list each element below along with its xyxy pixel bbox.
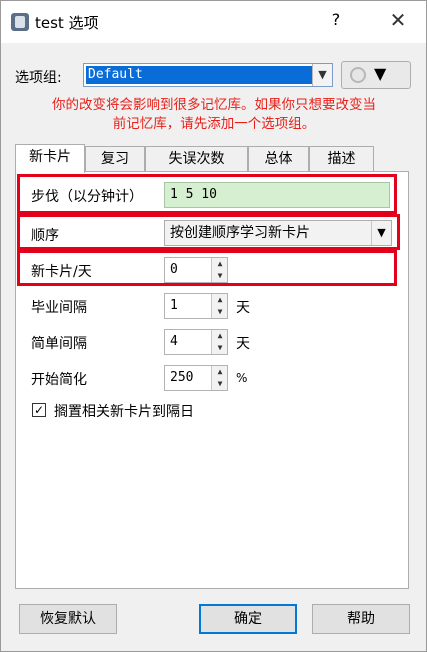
- window-title: test 选项: [35, 14, 99, 32]
- bury-label: 搁置相关新卡片到隔日: [54, 404, 194, 420]
- warning-message: 你的改变将会影响到很多记忆库。如果你只想要改变当 前记忆库，请先添加一个选项组。: [9, 96, 419, 134]
- options-group-menu-button[interactable]: ▼: [341, 61, 411, 89]
- starting-ease-unit: %: [236, 371, 248, 385]
- graduating-interval-stepper[interactable]: 1 ▲ ▼: [164, 293, 228, 319]
- help-button[interactable]: 帮助: [312, 604, 410, 634]
- easy-interval-unit: 天: [236, 336, 250, 352]
- tab-new-cards[interactable]: 新卡片: [15, 144, 85, 173]
- spin-down-icon[interactable]: ▼: [212, 379, 228, 389]
- warning-line-2: 前记忆库，请先添加一个选项组。: [112, 116, 316, 132]
- graduating-interval-unit: 天: [236, 300, 250, 316]
- easy-interval-stepper[interactable]: 4 ▲ ▼: [164, 329, 228, 355]
- bury-checkbox[interactable]: ✓: [32, 403, 46, 417]
- easy-interval-value: 4: [170, 334, 178, 349]
- options-group-value: Default: [86, 66, 312, 84]
- starting-ease-stepper[interactable]: 250 ▲ ▼: [164, 365, 228, 391]
- starting-ease-label: 开始简化: [31, 372, 87, 388]
- help-title-button[interactable]: ?: [326, 10, 346, 34]
- tab-general[interactable]: 总体: [248, 146, 309, 172]
- tab-lapses[interactable]: 失误次数: [145, 146, 248, 172]
- highlight-frame-steps: [17, 174, 397, 214]
- tab-reviews[interactable]: 复习: [85, 146, 145, 172]
- spin-down-icon[interactable]: ▼: [212, 343, 228, 353]
- graduating-interval-label: 毕业间隔: [31, 300, 87, 316]
- spin-buttons: ▲ ▼: [211, 366, 227, 390]
- tab-description[interactable]: 描述: [309, 146, 374, 172]
- gear-icon: [350, 67, 366, 83]
- spin-buttons: ▲ ▼: [211, 330, 227, 354]
- title-bar: test 选项 ? ✕: [1, 1, 426, 43]
- restore-defaults-button[interactable]: 恢复默认: [19, 604, 117, 634]
- options-window: test 选项 ? ✕ 选项组: Default ▼ ▼ 你的改变将会影响到很多…: [0, 0, 427, 652]
- spin-up-icon[interactable]: ▲: [212, 295, 228, 305]
- easy-interval-label: 简单间隔: [31, 336, 87, 352]
- starting-ease-value: 250: [170, 370, 194, 385]
- chevron-down-icon[interactable]: ▼: [312, 64, 332, 86]
- options-group-select[interactable]: Default ▼: [83, 63, 333, 87]
- menu-arrow-icon: ▼: [374, 64, 387, 83]
- spin-buttons: ▲ ▼: [211, 294, 227, 318]
- spin-down-icon[interactable]: ▼: [212, 307, 228, 317]
- tab-bar: 新卡片 复习 失误次数 总体 描述: [15, 144, 395, 173]
- highlight-frame-per-day: [17, 250, 397, 286]
- close-button[interactable]: ✕: [384, 8, 412, 36]
- spin-up-icon[interactable]: ▲: [212, 331, 228, 341]
- ok-button[interactable]: 确定: [199, 604, 297, 634]
- warning-line-1: 你的改变将会影响到很多记忆库。如果你只想要改变当: [52, 97, 376, 113]
- spin-up-icon[interactable]: ▲: [212, 367, 228, 377]
- options-group-label: 选项组:: [15, 70, 62, 86]
- graduating-interval-value: 1: [170, 298, 178, 313]
- app-icon: [11, 13, 29, 31]
- highlight-frame-order: [17, 214, 400, 250]
